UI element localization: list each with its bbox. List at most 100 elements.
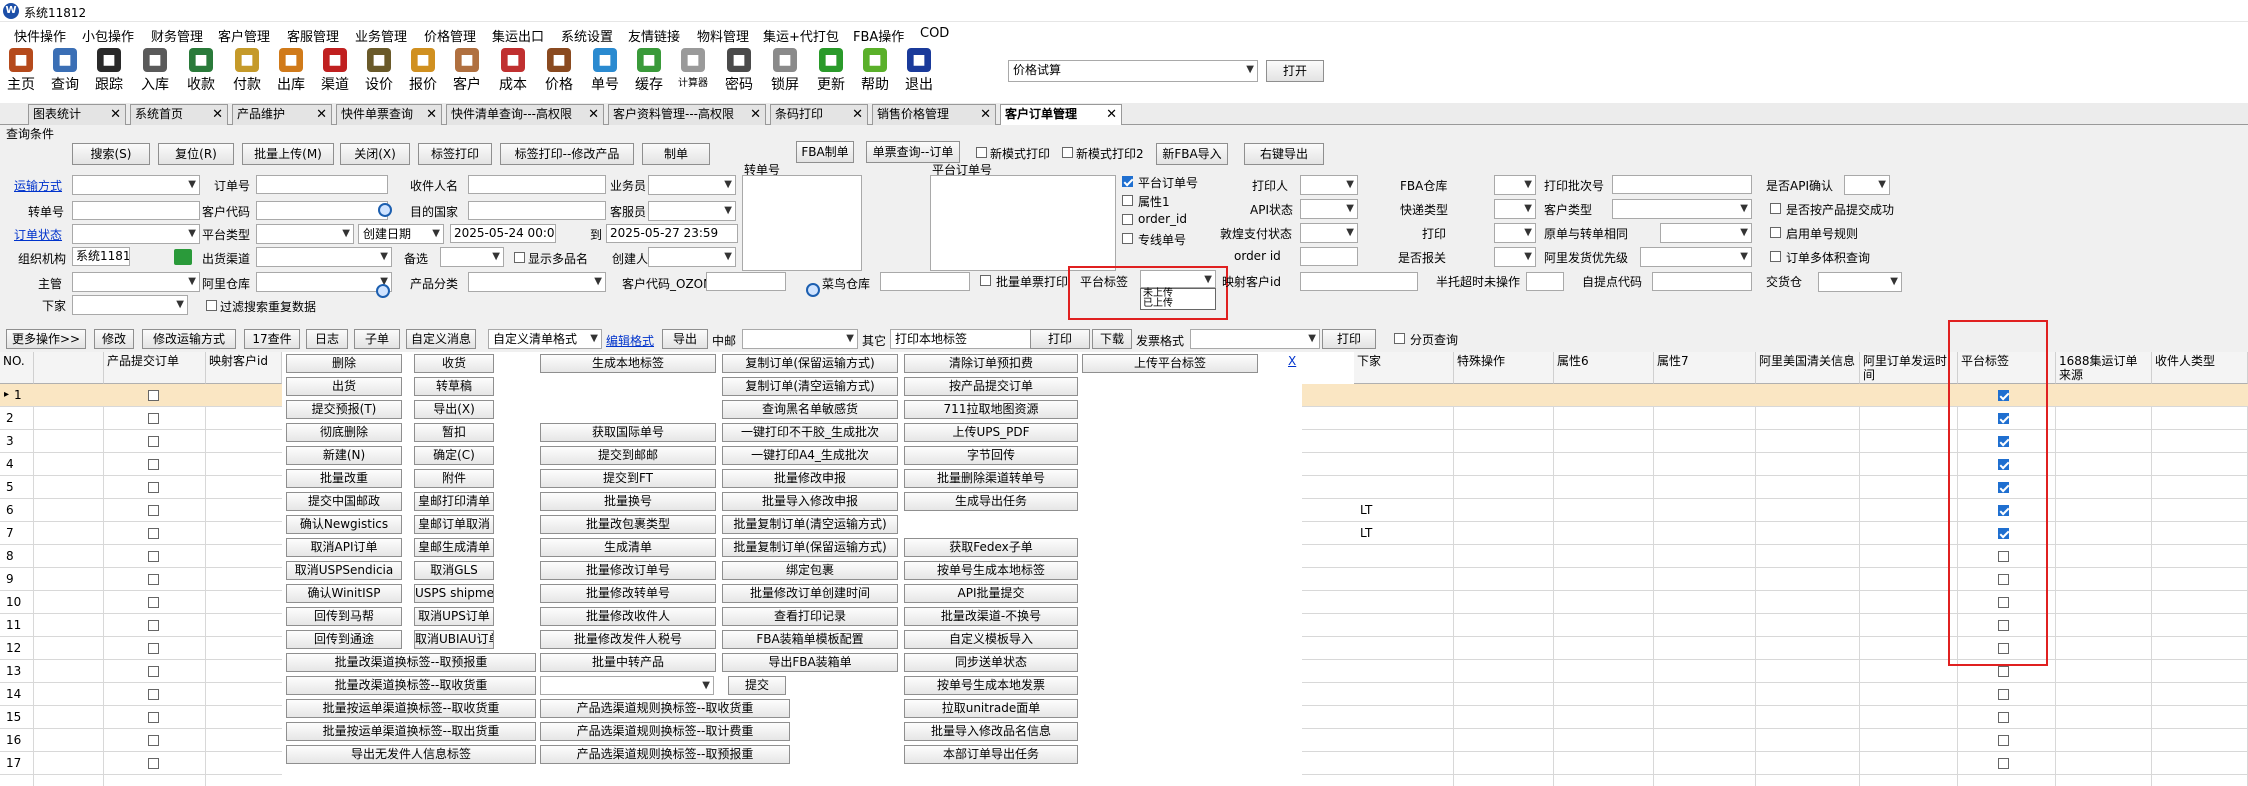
close-icon[interactable]: ✕ <box>316 105 327 124</box>
popup-action[interactable]: 绑定包裹 <box>722 561 898 580</box>
popup-action[interactable]: 转草稿 <box>414 377 494 396</box>
tab-3[interactable]: 快件单票查询 ✕ <box>336 104 442 125</box>
popup-action[interactable]: 暂扣 <box>414 423 494 442</box>
toolbar-button-money[interactable]: ■ 收款 <box>184 48 218 94</box>
submit-by-product-checkbox[interactable] <box>1770 203 1781 214</box>
transfer-no-input[interactable] <box>72 201 200 220</box>
popup-action[interactable]: 删除 <box>286 354 402 373</box>
download-button[interactable]: 下载 <box>1092 329 1132 349</box>
new-fba-import-button[interactable]: 新FBA导入 <box>1156 143 1228 165</box>
menu-item[interactable]: 物料管理 <box>697 26 749 45</box>
toolbar-button-refresh[interactable]: ■ 缓存 <box>632 48 666 94</box>
popup-action[interactable]: 提交中国邮政 <box>286 492 402 511</box>
customer-code-input[interactable] <box>256 201 388 220</box>
order-status-link[interactable]: 订单状态 <box>14 226 62 243</box>
popup-action[interactable]: 皇邮生成清单 <box>414 538 494 557</box>
toolbar-button-chart[interactable]: ■ 成本 <box>496 48 530 94</box>
menu-item[interactable]: 系统设置 <box>561 26 613 45</box>
menu-item[interactable]: 快件操作 <box>14 26 66 45</box>
popup-action[interactable]: 711拉取地图资源 <box>904 400 1078 419</box>
custom-list-format-select[interactable]: 自定义清单格式 ▼ <box>488 329 602 349</box>
toolbar-button-wifi[interactable]: ■ 跟踪 <box>92 48 126 94</box>
product-submit-checkbox[interactable] <box>148 712 159 723</box>
edit-format-link[interactable]: 编辑格式 <box>606 332 654 349</box>
menu-item[interactable]: 财务管理 <box>151 26 203 45</box>
tab-5[interactable]: 客户资料管理---高权限 ✕ <box>608 104 766 125</box>
action-4[interactable]: 日志 <box>306 329 348 349</box>
platform-tag-checkbox[interactable] <box>1998 712 2009 723</box>
transport-mode-link[interactable]: 运输方式 <box>14 177 62 194</box>
popup-action[interactable]: 清除订单预扣费 <box>904 354 1078 373</box>
filter-dup-checkbox[interactable] <box>206 300 217 311</box>
toolbar-button-camera[interactable]: ■ 密码 <box>722 48 756 94</box>
printer-select[interactable]: ▼ <box>1300 175 1358 195</box>
popup-action[interactable]: 批量改包裹类型 <box>540 515 716 534</box>
platform-order-textarea[interactable] <box>930 175 1116 271</box>
action-5[interactable]: 子单 <box>354 329 400 349</box>
action-0[interactable]: 更多操作>> <box>6 329 86 349</box>
popup-action[interactable]: 批量修改收件人 <box>540 607 716 626</box>
grid-header-right-8[interactable]: 收件人类型 <box>2152 352 2248 384</box>
export-button[interactable]: 导出 <box>662 329 708 349</box>
grid-header-right-3[interactable]: 属性7 <box>1654 352 1756 384</box>
grid-header-3[interactable]: 映射客户id <box>206 352 282 384</box>
product-category-select[interactable]: ▼ <box>468 272 606 292</box>
popup-action[interactable]: 批量导入修改品名信息 <box>904 722 1078 741</box>
popup-action[interactable]: 批量修改订单号 <box>540 561 716 580</box>
search-key-option-0[interactable] <box>1122 176 1133 187</box>
tab-1[interactable]: 系统首页 ✕ <box>130 104 228 125</box>
product-submit-checkbox[interactable] <box>148 551 159 562</box>
toolbar-button-quote[interactable]: ■ 报价 <box>406 48 440 94</box>
date-type-select[interactable]: 创建日期 ▼ <box>358 224 444 244</box>
owner-select[interactable]: ▼ <box>72 272 200 292</box>
popup-action[interactable]: 产品选渠道规则换标签--取预报重 <box>540 745 790 764</box>
grid-header-right-2[interactable]: 属性6 <box>1554 352 1654 384</box>
fba-warehouse-select[interactable]: ▼ <box>1494 175 1536 195</box>
pay-status-select[interactable]: ▼ <box>1300 223 1358 243</box>
api-confirm-select[interactable]: ▼ <box>1844 175 1890 195</box>
query-button-0[interactable]: 搜索(S) <box>72 143 150 165</box>
map-customer-id-input[interactable] <box>1300 272 1418 291</box>
popup-action[interactable]: 一键打印不干胶_生成批次 <box>722 423 898 442</box>
toolbar-button-scale[interactable]: ■ 设价 <box>362 48 396 94</box>
order-id-input[interactable] <box>1300 247 1358 266</box>
tab-6[interactable]: 条码打印 ✕ <box>770 104 868 125</box>
print2-button[interactable]: 打印 <box>1322 329 1376 349</box>
popup-action[interactable]: 批量改渠道换标签--取收货重 <box>286 676 536 695</box>
query-button-3[interactable]: 关闭(X) <box>340 143 410 165</box>
product-submit-checkbox[interactable] <box>148 505 159 516</box>
group-icon[interactable] <box>174 249 192 265</box>
popup-action[interactable]: 生成清单 <box>540 538 716 557</box>
close-icon[interactable]: ✕ <box>588 105 599 124</box>
platform-tag-checkbox[interactable] <box>1998 666 2009 677</box>
popup-action[interactable]: 一键打印A4_生成批次 <box>722 446 898 465</box>
popup-action[interactable]: 批量修改订单创建时间 <box>722 584 898 603</box>
product-submit-checkbox[interactable] <box>148 620 159 631</box>
close-icon[interactable]: ✕ <box>426 105 437 124</box>
search-icon[interactable] <box>378 203 392 217</box>
product-submit-checkbox[interactable] <box>148 574 159 585</box>
print-select[interactable]: ▼ <box>1494 223 1536 243</box>
open-button[interactable]: 打开 <box>1266 60 1324 82</box>
popup-action[interactable]: 自定义模板导入 <box>904 630 1078 649</box>
popup-action[interactable]: 彻底删除 <box>286 423 402 442</box>
toolbar-button-help[interactable]: ■ 帮助 <box>858 48 892 94</box>
grid-header-right-0[interactable]: 下家 <box>1354 352 1454 384</box>
popup-action[interactable]: 按产品提交订单 <box>904 377 1078 396</box>
menu-item[interactable]: 小包操作 <box>82 26 134 45</box>
popup-action[interactable]: 批量修改发件人税号 <box>540 630 716 649</box>
paging-query-checkbox[interactable] <box>1394 333 1405 344</box>
menu-item[interactable]: 集运+代打包 <box>763 26 839 45</box>
popup-action[interactable]: 按单号生成本地发票 <box>904 676 1078 695</box>
popup-action[interactable]: 产品选渠道规则换标签--取收货重 <box>540 699 790 718</box>
popup-action[interactable]: 批量复制订单(清空运输方式) <box>722 515 898 534</box>
toolbar-button-search[interactable]: ■ 查询 <box>48 48 82 94</box>
enable-rule-checkbox[interactable] <box>1770 227 1781 238</box>
popup-action[interactable]: API批量提交 <box>904 584 1078 603</box>
new-mode-print2-checkbox[interactable] <box>1062 147 1073 158</box>
platform-tag-select[interactable]: ▼ <box>1140 270 1216 288</box>
popup-action[interactable]: 导出FBA装箱单 <box>722 653 898 672</box>
is-declared-select[interactable]: ▼ <box>1494 247 1536 267</box>
popup-action[interactable]: 收货 <box>414 354 494 373</box>
new-mode-print-checkbox[interactable] <box>976 147 987 158</box>
